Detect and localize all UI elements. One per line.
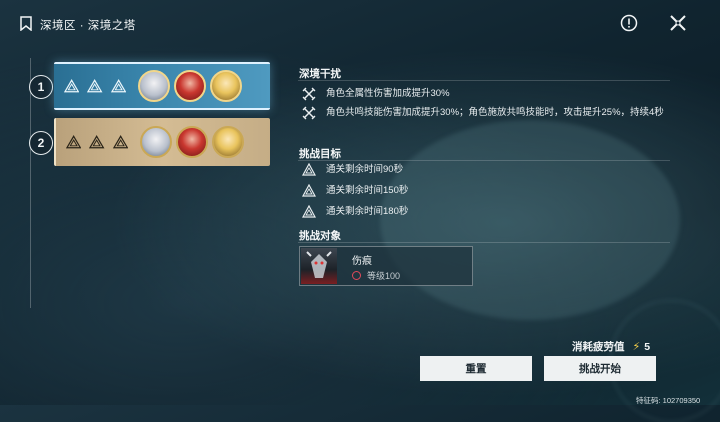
section-divider xyxy=(298,160,670,161)
triangle-star-icon xyxy=(302,163,316,176)
character-avatar xyxy=(212,126,244,158)
fatigue-cost: 消耗疲劳值 ⚡ 5 xyxy=(572,339,650,354)
level-card-2[interactable] xyxy=(54,118,270,166)
character-avatar xyxy=(210,70,242,102)
crossed-swords-icon xyxy=(302,106,316,120)
goal-text: 通关剩余时间90秒 xyxy=(326,164,404,175)
goal-text: 通关剩余时间150秒 xyxy=(326,185,409,196)
goal-item: 通关剩余时间90秒 xyxy=(302,163,666,177)
enemy-icon xyxy=(306,251,332,278)
target-card[interactable]: 伤痕 等级100 xyxy=(299,246,473,286)
character-avatar xyxy=(176,126,208,158)
reset-button[interactable]: 重置 xyxy=(420,356,532,381)
goal-item: 通关剩余时间180秒 xyxy=(302,205,666,219)
triangle-star-icon xyxy=(110,79,126,93)
crossed-swords-icon xyxy=(302,87,316,101)
section-divider xyxy=(298,80,670,81)
section-divider xyxy=(298,242,670,243)
level-number-1: 1 xyxy=(29,75,53,99)
background-glow xyxy=(380,120,680,320)
enemy-portrait xyxy=(301,248,337,284)
character-avatar xyxy=(138,70,170,102)
fatigue-value: 5 xyxy=(644,340,651,353)
lightning-icon: ⚡ xyxy=(632,341,641,353)
interference-title: 深境干扰 xyxy=(299,68,341,80)
interference-text: 角色全属性伤害加成提升30% xyxy=(326,88,450,99)
close-x-icon[interactable] xyxy=(669,14,687,32)
character-avatar xyxy=(174,70,206,102)
goals-title: 挑战目标 xyxy=(299,148,341,160)
enemy-level: 等级100 xyxy=(352,269,400,282)
fatigue-label: 消耗疲劳值 xyxy=(572,341,625,353)
level-badge-icon xyxy=(352,271,361,280)
bookmark-icon xyxy=(20,16,32,31)
alert-circle-icon[interactable] xyxy=(620,14,638,32)
interference-item: 角色全属性伤害加成提升30% xyxy=(302,87,666,101)
top-bar: 深境区 · 深境之塔 xyxy=(0,0,720,50)
triangle-star-icon xyxy=(66,135,82,149)
goal-text: 通关剩余时间180秒 xyxy=(326,206,409,217)
goal-item: 通关剩余时间150秒 xyxy=(302,184,666,198)
breadcrumb: 深境区 · 深境之塔 xyxy=(40,20,136,32)
level-rail xyxy=(30,58,31,308)
star-triangles xyxy=(66,135,128,149)
triangle-star-icon xyxy=(302,205,316,218)
start-challenge-button[interactable]: 挑战开始 xyxy=(544,356,656,381)
level-card-1[interactable] xyxy=(54,62,270,110)
interference-item: 角色共鸣技能伤害加成提升30%；角色施放共鸣技能时，攻击提升25%，持续4秒 xyxy=(302,106,666,120)
target-title: 挑战对象 xyxy=(299,230,341,242)
enemy-name: 伤痕 xyxy=(352,256,372,267)
triangle-star-icon xyxy=(87,79,103,93)
team-avatars xyxy=(140,126,244,158)
triangle-star-icon xyxy=(64,79,80,93)
level-number-2: 2 xyxy=(29,131,53,155)
triangle-star-icon xyxy=(89,135,105,149)
enemy-level-text: 等级100 xyxy=(367,271,401,281)
character-avatar xyxy=(140,126,172,158)
triangle-star-icon xyxy=(112,135,128,149)
triangle-star-icon xyxy=(302,184,316,197)
star-triangles xyxy=(64,79,126,93)
feature-code: 特征码: 102709350 xyxy=(636,396,701,405)
interference-text: 角色共鸣技能伤害加成提升30%；角色施放共鸣技能时，攻击提升25%，持续4秒 xyxy=(326,107,664,118)
team-avatars xyxy=(138,70,242,102)
